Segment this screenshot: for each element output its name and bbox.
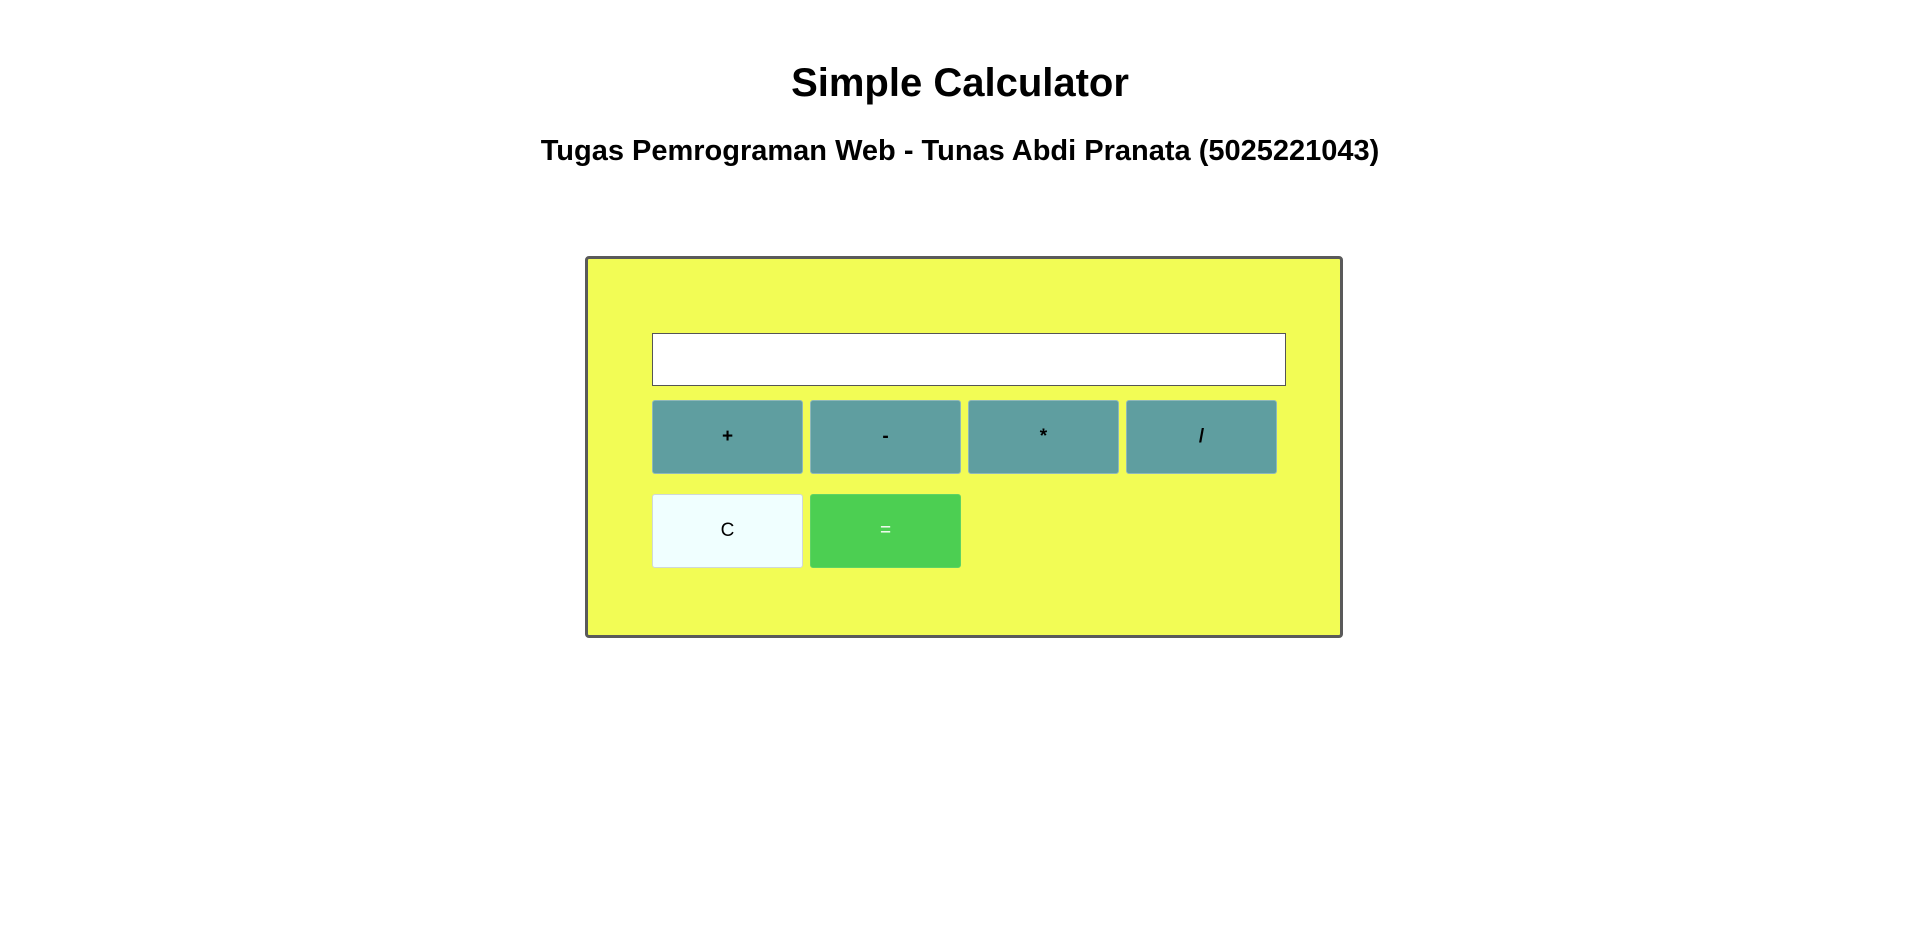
add-button[interactable]: + [652,400,803,474]
calculator-panel: + - * / C = [585,256,1343,638]
page-subtitle: Tugas Pemrograman Web - Tunas Abdi Prana… [540,135,1380,167]
page-title: Simple Calculator [791,61,1129,105]
divide-button[interactable]: / [1126,400,1277,474]
equals-button[interactable]: = [810,494,961,568]
calculator-display-input[interactable] [652,333,1286,386]
clear-button[interactable]: C [652,494,803,568]
subtract-button[interactable]: - [810,400,961,474]
multiply-button[interactable]: * [968,400,1119,474]
